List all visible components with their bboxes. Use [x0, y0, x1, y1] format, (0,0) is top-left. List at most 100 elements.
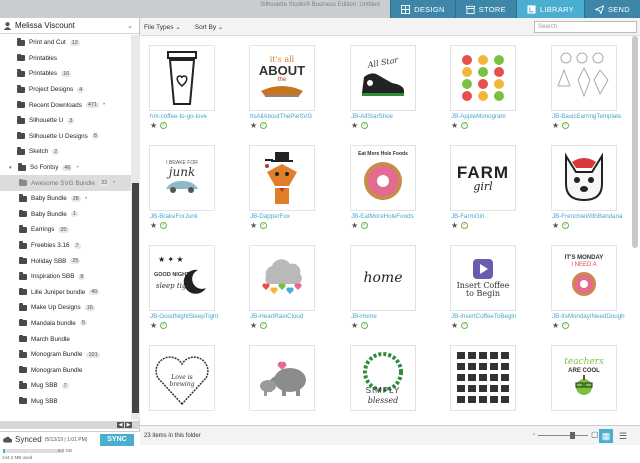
folder-item[interactable]: Project Designs 4	[0, 82, 131, 98]
design-thumbnail[interactable]	[551, 145, 617, 211]
design-name[interactable]: JB-InsertCoffeeToBegin	[451, 313, 541, 320]
design-card[interactable]: hm-coffee-to-go-love ★ ✓	[140, 36, 232, 150]
folder-item[interactable]: Mug SBB 7	[0, 378, 131, 394]
search-input[interactable]: Search	[534, 21, 637, 33]
design-thumbnail[interactable]: FARM girl	[450, 145, 516, 211]
zoom-slider[interactable]	[538, 435, 588, 436]
scroll-right-icon[interactable]: ▶	[125, 422, 132, 428]
design-card[interactable]: home JB-Home ★ ✓	[341, 236, 433, 350]
design-name[interactable]: JB-FarmGirl	[451, 213, 541, 220]
zoom-out-icon[interactable]: ▫	[533, 432, 535, 438]
design-name[interactable]: JB-Home	[351, 313, 441, 320]
design-thumbnail[interactable]: Love is brewing	[149, 345, 215, 411]
design-thumbnail[interactable]	[249, 245, 315, 311]
folder-item[interactable]: Silhouette U Designs 8	[0, 129, 131, 145]
grid-view-icon[interactable]: ▦	[599, 429, 613, 443]
folder-item[interactable]: Mandala bundle 5	[0, 316, 131, 332]
design-name[interactable]: ItsAllAboutThePieSVG	[250, 113, 340, 120]
folder-item[interactable]: Inspiration SBB 8	[0, 269, 131, 285]
design-card[interactable]	[240, 336, 332, 425]
star-icon[interactable]: ★	[150, 321, 157, 330]
design-thumbnail[interactable]: GOOD NIGHT sleep tight ★ ✦ ★	[149, 245, 215, 311]
star-icon[interactable]: ★	[351, 221, 358, 230]
sidebar-hscrollbar[interactable]: ◀ ▶	[0, 421, 140, 429]
design-card[interactable]: IT'S MONDAY I NEED A JB-ItsMondayINeedDoug…	[542, 236, 630, 350]
design-thumbnail[interactable]: teachers ARE COOL	[551, 345, 617, 411]
design-name[interactable]: JB-AllStarShoe	[351, 113, 441, 120]
design-thumbnail[interactable]	[450, 45, 516, 111]
design-name[interactable]: JB-BasicEarringTemplate	[552, 113, 630, 120]
design-card[interactable]: teachers ARE COOL	[542, 336, 630, 425]
star-icon[interactable]: ★	[250, 221, 257, 230]
folder-item[interactable]: Make Up Designs 16	[0, 300, 131, 316]
scrollbar-thumb[interactable]	[632, 36, 638, 248]
design-name[interactable]: hm-coffee-to-go-love	[150, 113, 240, 120]
design-thumbnail[interactable]	[450, 345, 516, 411]
folder-item[interactable]: Sketch 2	[0, 144, 131, 160]
design-name[interactable]: JB-GoodNightSleepTight	[150, 313, 240, 320]
design-thumbnail[interactable]: All Star	[350, 45, 416, 111]
folder-item[interactable]: Awesome SVG Bundle 33 •	[0, 175, 131, 191]
folder-item[interactable]: Mug SBB	[0, 394, 131, 410]
design-card[interactable]: All Star JB-AllStarShoe ★ ✓	[341, 36, 433, 150]
design-name[interactable]: JB-DapperFox	[250, 213, 340, 220]
design-card[interactable]: JB-AppleMonogram ★ ✓	[441, 36, 533, 150]
design-thumbnail[interactable]: I BRAKE FOR junk	[149, 145, 215, 211]
list-view-icon[interactable]: ☰	[616, 429, 630, 443]
design-thumbnail[interactable]: it's all ABOUT the	[249, 45, 315, 111]
design-card[interactable]: GOOD NIGHT sleep tight ★ ✦ ★ JB-GoodNightSl…	[140, 236, 232, 350]
design-card[interactable]: JB-DapperFox ★ ✓	[240, 136, 332, 250]
design-thumbnail[interactable]	[249, 345, 315, 411]
folder-item[interactable]: Freebies 3.16 7	[0, 238, 131, 254]
folder-item[interactable]: Monogram Bundle 101	[0, 347, 131, 363]
star-icon[interactable]: ★	[552, 121, 559, 130]
folder-item[interactable]: March Bundle	[0, 331, 131, 347]
design-thumbnail[interactable]: IT'S MONDAY I NEED A	[551, 245, 617, 311]
design-card[interactable]: Insert Coffee to Begin JB-InsertCoffeeToBe…	[441, 236, 533, 350]
design-card[interactable]	[441, 336, 533, 425]
folder-item[interactable]: Printables	[0, 51, 131, 67]
tab-design[interactable]: DESIGN	[390, 0, 455, 18]
folder-item[interactable]: Baby Bundle 28 •	[0, 191, 131, 207]
folder-item[interactable]: Baby Bundle 1	[0, 207, 131, 223]
design-name[interactable]: JB-BrakeForJunk	[150, 213, 240, 220]
scroll-left-icon[interactable]: ◀	[117, 422, 124, 428]
design-card[interactable]: JB-BasicEarringTemplate ★ ✓	[542, 36, 630, 150]
sidebar-scrollbar[interactable]	[131, 35, 140, 420]
design-thumbnail[interactable]	[551, 45, 617, 111]
design-card[interactable]: FARM girl JB-FarmGirl ★ ✓	[441, 136, 533, 250]
scrollbar-thumb[interactable]	[132, 183, 139, 413]
design-card[interactable]: Love is brewing	[140, 336, 232, 425]
star-icon[interactable]: ★	[451, 321, 458, 330]
design-card[interactable]: I BRAKE FOR junk JB-BrakeForJunk ★ ✓	[140, 136, 232, 250]
file-types-dropdown[interactable]: File Types ⌄	[144, 23, 181, 31]
star-icon[interactable]: ★	[451, 221, 458, 230]
star-icon[interactable]: ★	[250, 121, 257, 130]
folder-item[interactable]: Recent Downloads 471 •	[0, 97, 131, 113]
star-icon[interactable]: ★	[351, 321, 358, 330]
design-card[interactable]: JB-FrenchieWithBandana ★ ✓	[542, 136, 630, 250]
design-name[interactable]: JB-FrenchieWithBandana	[552, 213, 630, 220]
user-selector[interactable]: Melissa Viscount ⌄	[0, 18, 139, 34]
design-thumbnail[interactable]	[149, 45, 215, 111]
expand-icon[interactable]: ▾	[9, 165, 14, 171]
tab-send[interactable]: SEND	[583, 0, 640, 18]
design-thumbnail[interactable]: home	[350, 245, 416, 311]
design-thumbnail[interactable]: Eat More Hole Foods	[350, 145, 416, 211]
folder-item[interactable]: Holiday SBB 25	[0, 253, 131, 269]
zoom-in-icon[interactable]: ▢	[591, 430, 599, 439]
folder-item[interactable]: Printables 16	[0, 66, 131, 82]
folder-item[interactable]: Earrings 20	[0, 222, 131, 238]
design-thumbnail[interactable]: Insert Coffee to Begin	[450, 245, 516, 311]
star-icon[interactable]: ★	[150, 221, 157, 230]
design-thumbnail[interactable]	[249, 145, 315, 211]
star-icon[interactable]: ★	[351, 121, 358, 130]
design-card[interactable]: JB-HeartRainCloud ★ ✓	[240, 236, 332, 350]
design-card[interactable]: SIMPLY blessed	[341, 336, 433, 425]
star-icon[interactable]: ★	[150, 121, 157, 130]
design-name[interactable]: JB-HeartRainCloud	[250, 313, 340, 320]
design-card[interactable]: Eat More Hole Foods JB-EatMoreHoleFoods ★ ✓	[341, 136, 433, 250]
folder-item[interactable]: Lille Juniper bundle 40	[0, 285, 131, 301]
zoom-slider-knob[interactable]	[570, 432, 575, 439]
sort-by-dropdown[interactable]: Sort By ⌄	[195, 23, 224, 31]
